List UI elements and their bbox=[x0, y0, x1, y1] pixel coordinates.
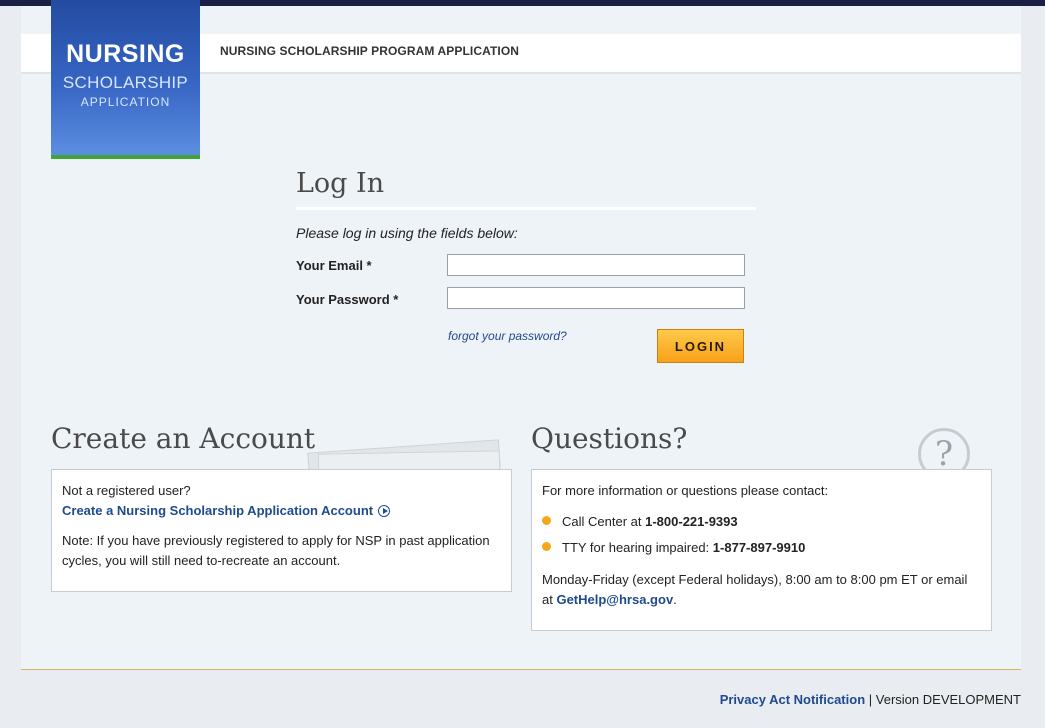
bullet-dot-icon bbox=[542, 542, 551, 551]
tty-line: TTY for hearing impaired: 1-877-897-9910 bbox=[562, 540, 805, 555]
version-text: Version DEVELOPMENT bbox=[875, 692, 1021, 707]
call-center-label: Call Center at bbox=[562, 514, 642, 529]
questions-heading: Questions? bbox=[531, 422, 688, 455]
forgot-password-link[interactable]: forgot your password? bbox=[448, 329, 567, 343]
tty-number: 1-877-897-9910 bbox=[712, 540, 806, 555]
email-label: Your Email * bbox=[296, 258, 372, 273]
logo-line-2: SCHOLARSHIP bbox=[62, 73, 189, 92]
privacy-act-link[interactable]: Privacy Act Notification bbox=[720, 692, 865, 707]
help-email-link[interactable]: GetHelp@hrsa.gov bbox=[556, 592, 673, 607]
call-center-line: Call Center at 1-800-221-9393 bbox=[562, 514, 738, 529]
hours-line-1: Monday-Friday (except Federal holidays),… bbox=[542, 572, 968, 587]
nursing-scholarship-logo[interactable]: NURSING SCHOLARSHIP APPLICATION bbox=[51, 0, 200, 159]
registration-note-line-1: Note: If you have previously registered … bbox=[62, 533, 490, 548]
login-button[interactable]: LOGIN bbox=[657, 329, 744, 363]
page-header-title: NURSING SCHOLARSHIP PROGRAM APPLICATION bbox=[220, 44, 520, 58]
play-circle-icon[interactable] bbox=[378, 505, 391, 517]
bullet-dot-icon bbox=[542, 516, 551, 525]
hours-prefix: at bbox=[542, 592, 553, 607]
footer-divider bbox=[21, 669, 1021, 670]
create-account-link-wrap[interactable]: Create a Nursing Scholarship Application… bbox=[62, 502, 391, 520]
create-account-link[interactable]: Create a Nursing Scholarship Application… bbox=[62, 503, 373, 518]
call-center-number: 1-800-221-9393 bbox=[645, 514, 738, 529]
password-label: Your Password * bbox=[296, 292, 399, 307]
registration-note-line-2: cycles, you will still need to-recreate … bbox=[62, 553, 341, 568]
logo-line-3: APPLICATION bbox=[80, 95, 171, 109]
password-field[interactable] bbox=[447, 287, 745, 309]
email-field[interactable] bbox=[447, 254, 745, 276]
hours-line-2: at GetHelp@hrsa.gov. bbox=[542, 592, 677, 607]
tty-label: TTY for hearing impaired: bbox=[562, 540, 710, 555]
login-divider bbox=[296, 207, 756, 210]
hours-suffix: . bbox=[673, 592, 677, 607]
create-account-heading: Create an Account bbox=[51, 422, 316, 455]
logo-line-1: NURSING bbox=[66, 40, 185, 68]
footer-separator: | bbox=[868, 692, 873, 707]
login-heading: Log In bbox=[296, 168, 385, 199]
questions-intro: For more information or questions please… bbox=[542, 483, 829, 498]
not-registered-text: Not a registered user? bbox=[62, 483, 191, 498]
login-instructions: Please log in using the fields below: bbox=[296, 225, 518, 241]
footer: Privacy Act Notification | Version DEVEL… bbox=[720, 692, 1021, 707]
